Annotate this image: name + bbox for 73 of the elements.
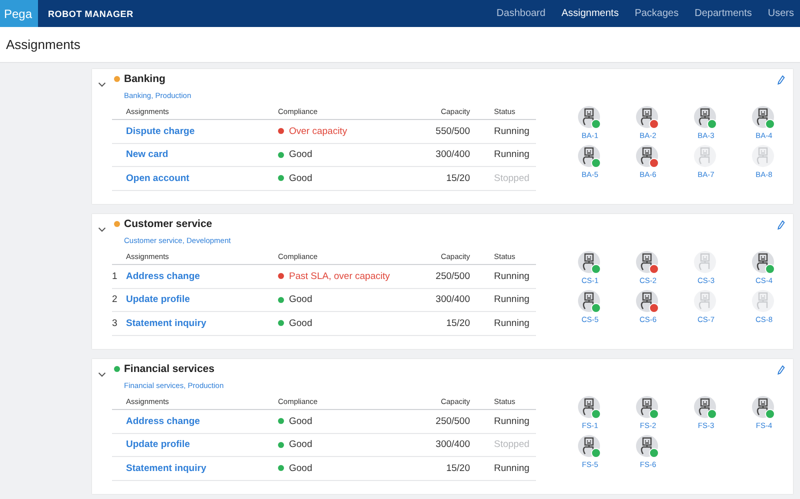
- robot-icon[interactable]: [751, 105, 777, 131]
- robot-icon[interactable]: [577, 395, 603, 421]
- nav-link[interactable]: Departments: [694, 8, 752, 19]
- chevron-icon[interactable]: [98, 372, 106, 377]
- assignment-link[interactable]: Update profile: [126, 294, 190, 306]
- capacity-cell-text: 15/20: [445, 172, 470, 184]
- edit-icon[interactable]: [777, 365, 785, 375]
- group-name: Customer service: [124, 218, 214, 230]
- compliance-text: Good: [289, 462, 312, 474]
- capacity-cell-text: 250/500: [434, 270, 470, 282]
- robot-icon[interactable]: [693, 105, 719, 131]
- assignment-link[interactable]: Open account: [126, 172, 190, 184]
- group-name: Banking: [124, 73, 166, 85]
- capacity-cell-text: 15/20: [445, 462, 470, 474]
- status-cell: Running: [494, 462, 530, 474]
- robot-icon[interactable]: [635, 144, 661, 170]
- edit-icon[interactable]: [777, 75, 785, 85]
- chevron-icon[interactable]: [98, 227, 106, 232]
- robot-icon[interactable]: [751, 395, 777, 421]
- robot-icon[interactable]: [635, 250, 661, 276]
- nav-link[interactable]: Users: [768, 8, 794, 19]
- group-name: Financial services: [124, 363, 216, 375]
- compliance-text: Past SLA, over capacity: [289, 270, 390, 282]
- compliance-text: Good: [289, 172, 312, 184]
- assignment-link[interactable]: Statement inquiry: [126, 462, 206, 474]
- assignment-link[interactable]: Address change: [126, 416, 200, 427]
- edit-icon[interactable]: [777, 220, 785, 230]
- robot-icon[interactable]: [635, 395, 661, 421]
- nav-link[interactable]: Dashboard: [496, 8, 546, 19]
- robot-icon[interactable]: [577, 250, 603, 276]
- robot-icon[interactable]: [693, 395, 719, 421]
- status-cell: Running: [494, 126, 530, 137]
- capacity-cell-text: 300/400: [434, 439, 470, 450]
- page-title: Assignments: [6, 37, 80, 52]
- capacity-cell-text: 300/400: [434, 294, 470, 306]
- chevron-icon[interactable]: [98, 82, 106, 87]
- assignment-link[interactable]: Statement inquiry: [126, 318, 206, 329]
- status-cell: Running: [494, 149, 530, 160]
- robot-icon[interactable]: [577, 289, 603, 315]
- robot-icon[interactable]: [577, 105, 603, 131]
- assignment-link[interactable]: Address change: [126, 270, 200, 282]
- robot-icon[interactable]: [751, 250, 777, 276]
- nav-link[interactable]: Packages: [634, 8, 679, 19]
- capacity-cell-text: 15/20: [445, 318, 470, 329]
- capacity-cell-text: 250/500: [434, 416, 470, 427]
- assignment-link[interactable]: New card: [126, 149, 168, 160]
- compliance-text: Good: [289, 439, 312, 450]
- capacity-cell-text: 300/400: [434, 149, 470, 160]
- assignment-link[interactable]: Dispute charge: [126, 126, 195, 137]
- status-cell: Running: [494, 294, 530, 306]
- robot-icon[interactable]: [635, 434, 661, 460]
- robot-icon[interactable]: [577, 144, 603, 170]
- compliance-text: Good: [289, 149, 312, 160]
- compliance-text: Over capacity: [289, 126, 348, 137]
- compliance-text: Good: [289, 294, 312, 306]
- status-cell: Running: [494, 416, 530, 427]
- status-cell: Stopped: [494, 439, 530, 450]
- compliance-text: Good: [289, 318, 312, 329]
- logo: Pega: [0, 0, 38, 27]
- row-number: 1: [112, 270, 118, 282]
- capacity-cell-text: 550/500: [434, 126, 470, 137]
- status-cell: Running: [494, 270, 530, 282]
- robot-icon[interactable]: [577, 434, 603, 460]
- row-number: 2: [112, 294, 118, 306]
- row-number: 3: [112, 318, 118, 329]
- assignment-link[interactable]: Update profile: [126, 439, 190, 450]
- compliance-text: Good: [289, 416, 312, 427]
- robot-icon[interactable]: [635, 105, 661, 131]
- product-name: ROBOT MANAGER: [48, 8, 134, 18]
- robot-icon[interactable]: [635, 289, 661, 315]
- status-cell: Running: [494, 318, 530, 329]
- status-cell: Stopped: [494, 172, 530, 184]
- nav-link[interactable]: Assignments: [561, 8, 619, 19]
